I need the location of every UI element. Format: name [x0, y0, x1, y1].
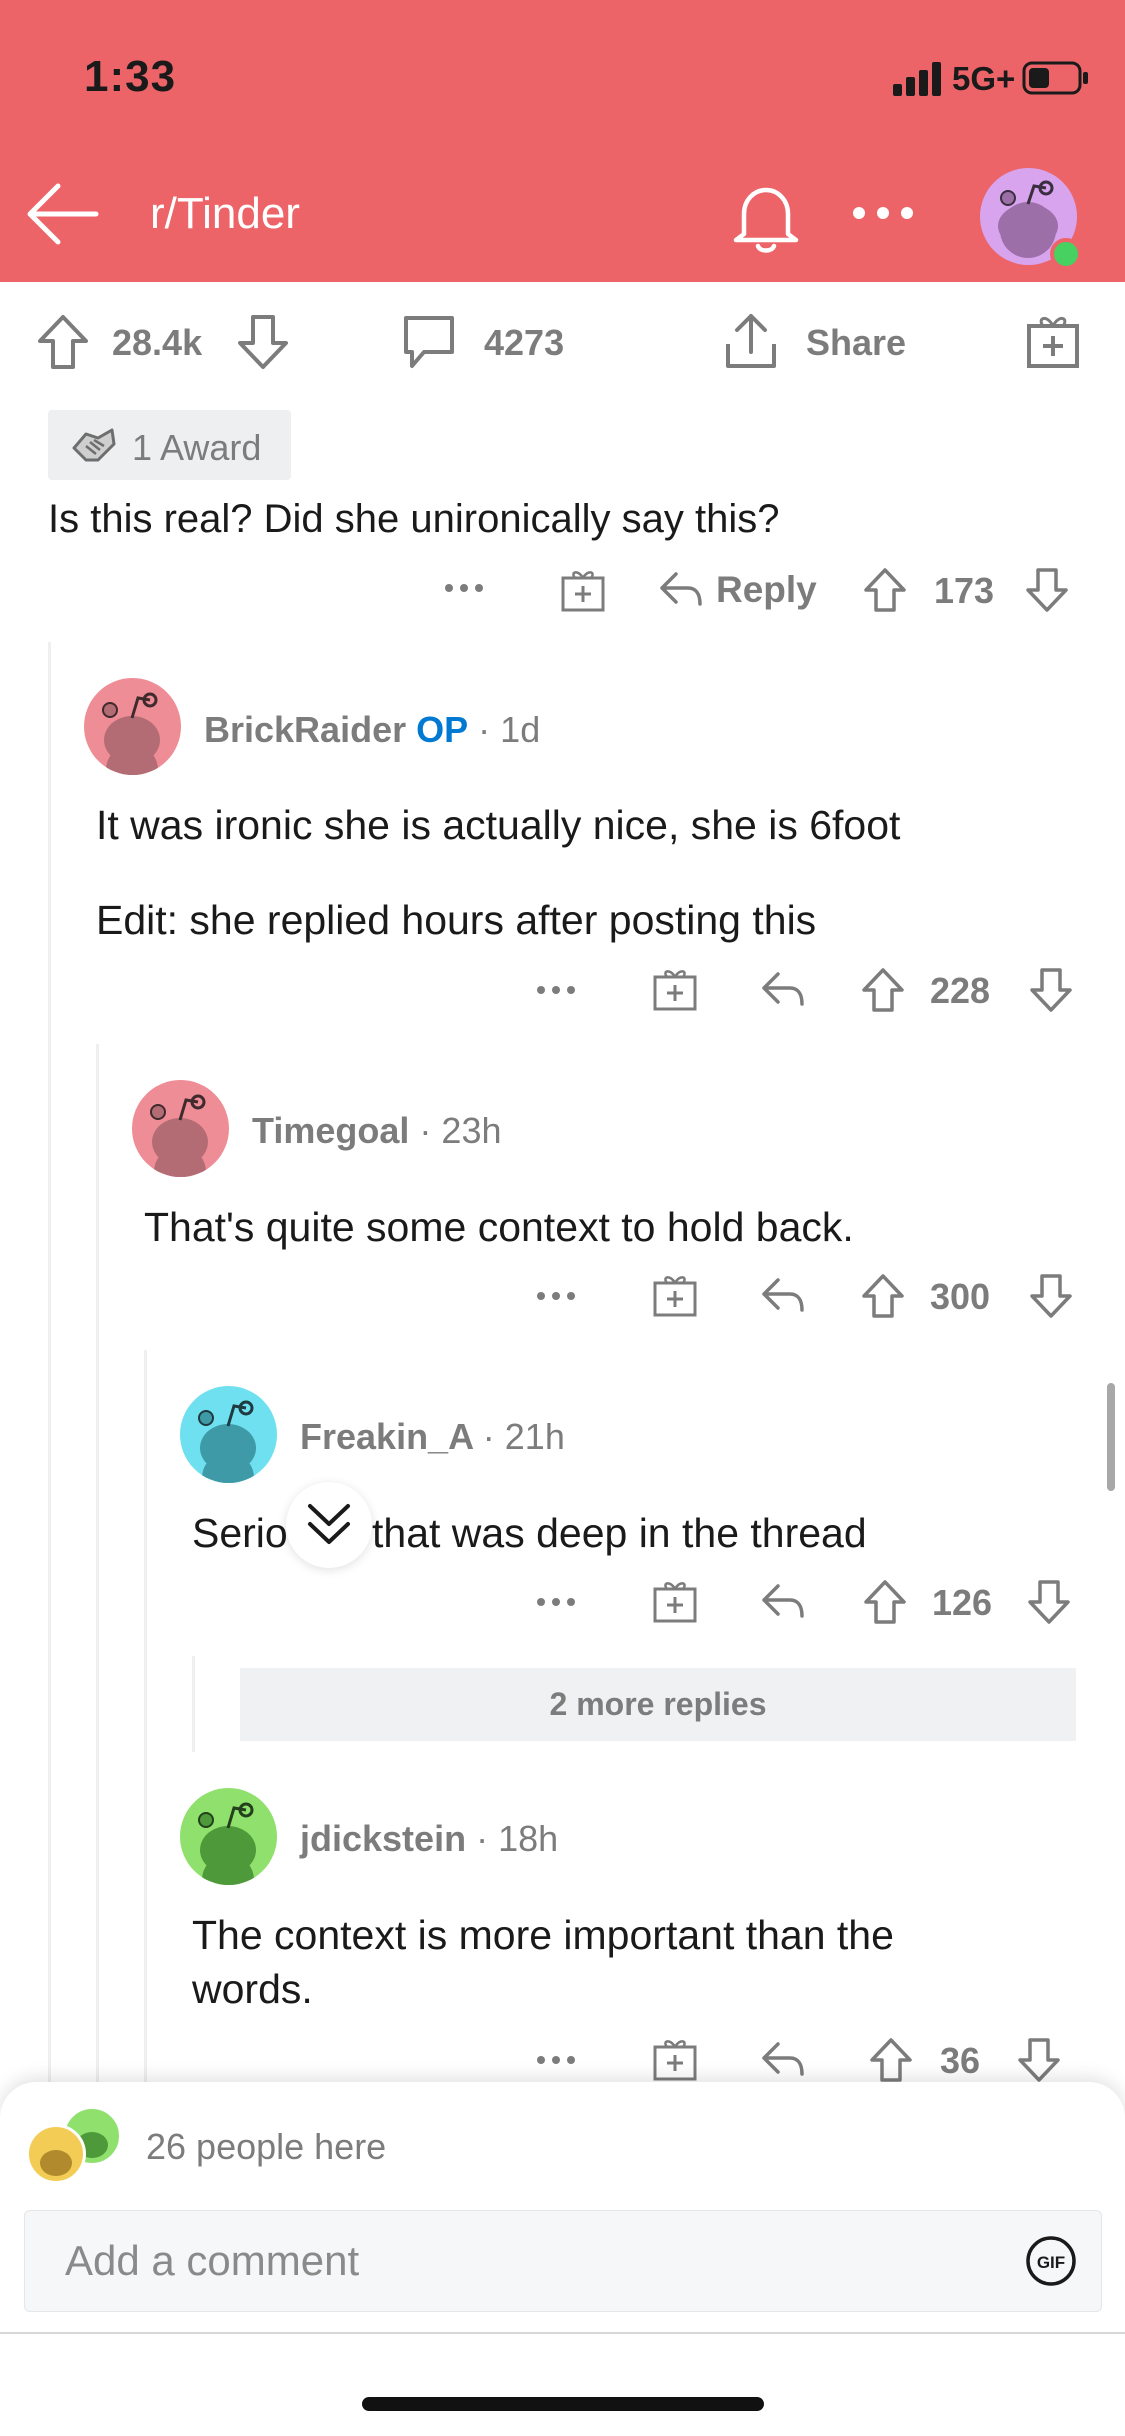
more-options-icon[interactable] — [536, 985, 576, 995]
comment-icon[interactable] — [400, 312, 458, 372]
comment-author-line: Freakin_A · 21h — [300, 1416, 565, 1458]
timestamp: 23h — [441, 1110, 502, 1151]
vote-count: 228 — [930, 970, 991, 1011]
comment-author-line: BrickRaider OP · 1d — [204, 709, 540, 751]
comment-body: words. — [192, 1966, 313, 2012]
people-here-count: 26 people here — [146, 2126, 387, 2167]
reply-arrow-icon[interactable] — [760, 1580, 806, 1620]
downvote-icon[interactable] — [236, 313, 290, 371]
status-time: 1:33 — [84, 52, 177, 101]
vote-count: 300 — [930, 1276, 991, 1317]
online-status-dot — [1050, 238, 1082, 270]
more-replies-button[interactable]: 2 more replies — [240, 1668, 1076, 1741]
share-icon[interactable] — [722, 310, 780, 372]
op-flair: OP — [416, 709, 469, 750]
more-options-icon[interactable] — [536, 1597, 576, 1607]
scrollbar[interactable] — [1107, 1383, 1115, 1491]
award-gift-icon[interactable] — [652, 2036, 698, 2082]
avatar[interactable] — [180, 1386, 277, 1483]
award-label: 1 Award — [132, 427, 262, 468]
home-indicator[interactable] — [362, 2397, 764, 2411]
back-arrow-icon[interactable] — [24, 176, 100, 252]
comment-body: Is this real? Did she unironically say t… — [48, 497, 780, 541]
more-options-icon[interactable] — [536, 2055, 576, 2065]
reply-button[interactable]: Reply — [716, 569, 817, 611]
downvote-icon[interactable] — [1016, 2036, 1062, 2084]
thread-line[interactable] — [192, 1656, 195, 1752]
post-action-bar: 28.4k 4273 Share — [0, 282, 1125, 400]
downvote-icon[interactable] — [1028, 1272, 1074, 1320]
timestamp: 18h — [498, 1818, 559, 1859]
avatar — [26, 2124, 86, 2184]
vote-count: 173 — [934, 570, 995, 611]
award-badge[interactable]: 1 Award — [48, 410, 291, 480]
vote-count: 36 — [940, 2040, 981, 2081]
share-button[interactable]: Share — [806, 322, 906, 364]
network-label: 5G+ — [952, 60, 1016, 97]
more-options-icon[interactable] — [852, 206, 914, 220]
username[interactable]: jdickstein — [300, 1818, 466, 1859]
more-options-icon[interactable] — [444, 583, 484, 593]
post-vote-count: 28.4k — [112, 322, 203, 363]
separator-dot: · — [482, 1416, 495, 1457]
avatar[interactable] — [84, 678, 181, 775]
upvote-icon[interactable] — [868, 2036, 914, 2084]
comment-body: That's quite some context to hold back. — [144, 1204, 854, 1250]
username[interactable]: BrickRaider — [204, 709, 406, 750]
timestamp: 21h — [504, 1416, 565, 1457]
downvote-icon[interactable] — [1024, 566, 1070, 614]
downvote-icon[interactable] — [1028, 966, 1074, 1014]
username[interactable]: Timegoal — [252, 1110, 409, 1151]
separator-dot: · — [476, 1818, 489, 1859]
separator-dot: · — [478, 709, 491, 750]
double-chevron-down-icon — [308, 1504, 350, 1544]
thread-line[interactable] — [96, 1044, 99, 2082]
comment-author-line: Timegoal · 23h — [252, 1110, 502, 1152]
username[interactable]: Freakin_A — [300, 1416, 473, 1457]
award-gift-icon[interactable] — [652, 966, 698, 1012]
award-gift-icon[interactable] — [1025, 312, 1081, 370]
battery-icon — [1022, 61, 1088, 95]
comment-author-line: jdickstein · 18h — [300, 1818, 558, 1860]
avatar[interactable] — [132, 1080, 229, 1177]
comment-placeholder: Add a comment — [65, 2237, 360, 2284]
comment-body: It was ironic she is actually nice, she … — [96, 802, 901, 848]
separator-dot: · — [419, 1110, 432, 1151]
comment-body: Edit: she replied hours after posting th… — [96, 897, 817, 943]
award-gift-icon[interactable] — [652, 1272, 698, 1318]
bell-icon[interactable] — [730, 178, 802, 256]
app-header: 1:33 5G+ r/Tinder — [0, 0, 1125, 282]
comment-count[interactable]: 4273 — [484, 322, 564, 364]
jump-next-comment-button[interactable] — [286, 1482, 372, 1568]
vote-count: 126 — [932, 1582, 993, 1623]
timestamp: 1d — [500, 709, 541, 750]
thread-line[interactable] — [48, 642, 51, 2082]
award-gift-icon[interactable] — [652, 1578, 698, 1624]
add-comment-input[interactable]: Add a comment GIF — [24, 2210, 1102, 2312]
reply-arrow-icon[interactable] — [760, 2038, 806, 2078]
upvote-icon[interactable] — [862, 1578, 908, 1626]
reply-arrow-icon[interactable] — [658, 568, 704, 608]
signal-icon — [893, 62, 941, 96]
upvote-icon[interactable] — [862, 566, 908, 614]
upvote-icon[interactable] — [860, 1272, 906, 1320]
avatar[interactable] — [180, 1788, 277, 1885]
reply-arrow-icon[interactable] — [760, 1274, 806, 1314]
comment-body: The context is more important than the — [192, 1912, 894, 1958]
gif-label: GIF — [1037, 2253, 1065, 2272]
thread-line[interactable] — [144, 1350, 147, 2082]
subreddit-title[interactable]: r/Tinder — [150, 189, 300, 239]
award-gift-icon[interactable] — [560, 567, 606, 613]
upvote-icon[interactable] — [860, 966, 906, 1014]
upvote-icon[interactable] — [36, 313, 90, 371]
downvote-icon[interactable] — [1026, 1578, 1072, 1626]
handshake-award-icon — [72, 428, 116, 462]
more-options-icon[interactable] — [536, 1291, 576, 1301]
reply-arrow-icon[interactable] — [760, 968, 806, 1008]
gif-icon[interactable]: GIF — [1025, 2235, 1077, 2287]
divider — [0, 2332, 1125, 2334]
